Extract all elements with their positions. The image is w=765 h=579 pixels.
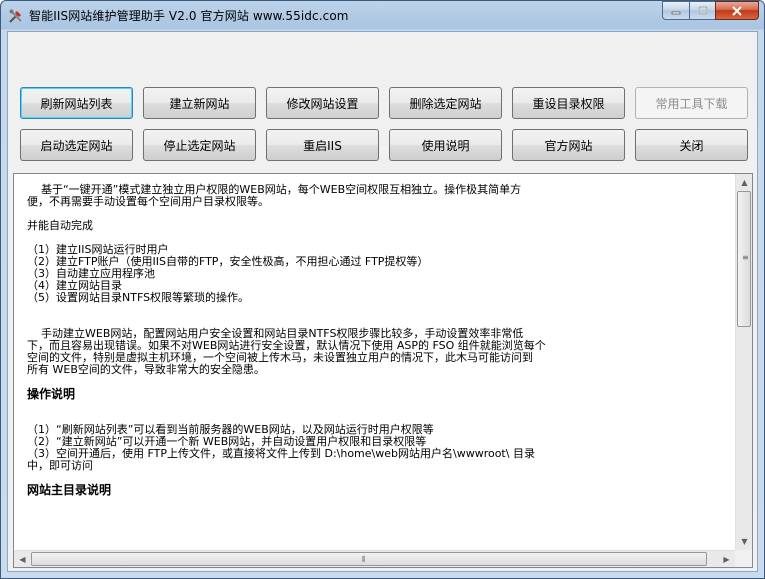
reset-dir-permissions-button[interactable]: 重设目录权限: [512, 87, 625, 119]
stop-site-button[interactable]: 停止选定网站: [143, 129, 256, 161]
title-bar[interactable]: 智能IIS网站维护管理助手 V2.0 官方网站 www.55idc.com: [1, 1, 764, 31]
maximize-icon: [697, 6, 708, 15]
horizontal-scrollbar[interactable]: ◀ ⦀ ▶: [14, 550, 735, 567]
description-textarea[interactable]: 基于“一键开通”模式建立独立用户权限的WEB网站，每个WEB空间权限互相独立。操…: [13, 173, 753, 568]
text-line: 并能自动完成: [27, 219, 93, 232]
text-line: （5）设置网站目录NTFS权限等繁琐的操作。: [27, 291, 250, 304]
text-line: （3）自动建立应用程序池: [27, 267, 155, 280]
refresh-sites-button[interactable]: 刷新网站列表: [20, 87, 133, 119]
caption-buttons: [662, 1, 759, 21]
section-heading: 网站主目录说明: [27, 483, 112, 497]
restart-iis-button[interactable]: 重启IIS: [266, 129, 379, 161]
grip-icon: ≡: [742, 253, 749, 262]
create-site-button[interactable]: 建立新网站: [143, 87, 256, 119]
section-heading: 操作说明: [27, 387, 76, 401]
text-line: 便，不再需要手动设置每个空间用户目录权限等。: [27, 195, 269, 208]
scroll-right-arrow-icon[interactable]: ▶: [718, 551, 735, 567]
app-tools-icon: [9, 9, 22, 23]
horizontal-scroll-thumb[interactable]: ⦀: [31, 552, 707, 566]
scroll-left-arrow-icon[interactable]: ◀: [14, 551, 31, 567]
client-area: 刷新网站列表 建立新网站 修改网站设置 删除选定网站 重设目录权限 常用工具下载 启动选定…: [7, 31, 758, 572]
delete-site-button[interactable]: 删除选定网站: [389, 87, 502, 119]
text-line: 中，即可访问: [27, 459, 93, 472]
scroll-down-arrow-icon[interactable]: ▼: [736, 533, 752, 550]
scrollbar-corner: [735, 550, 752, 567]
official-site-button[interactable]: 官方网站: [512, 129, 625, 161]
maximize-button[interactable]: [689, 1, 715, 20]
text-line: （3）空间开通后，使用 FTP上传文件，或直接将文件上传到 D:\home\we…: [27, 447, 535, 460]
text-line: [27, 400, 737, 412]
scroll-up-arrow-icon[interactable]: ▲: [736, 174, 752, 191]
text-line: [27, 304, 737, 316]
text-line: [27, 208, 737, 220]
close-window-button[interactable]: [715, 1, 759, 20]
window-title: 智能IIS网站维护管理助手 V2.0 官方网站 www.55idc.com: [29, 9, 349, 23]
minimize-button[interactable]: [662, 1, 689, 20]
text-line: 所有 WEB空间的文件，导致非常大的安全隐患。: [27, 363, 265, 376]
app-window: 智能IIS网站维护管理助手 V2.0 官方网站 www.55idc.com 刷新…: [0, 0, 765, 579]
close-icon: [732, 5, 742, 16]
vertical-scrollbar[interactable]: ▲ ≡ ▼: [735, 174, 752, 550]
text-line: [27, 472, 737, 484]
grip-icon: ⦀: [362, 555, 366, 564]
help-button[interactable]: 使用说明: [389, 129, 502, 161]
close-app-button[interactable]: 关闭: [635, 129, 748, 161]
start-site-button[interactable]: 启动选定网站: [20, 129, 133, 161]
description-text: 基于“一键开通”模式建立独立用户权限的WEB网站，每个WEB空间权限互相独立。操…: [27, 184, 737, 497]
tools-download-button[interactable]: 常用工具下载: [635, 87, 748, 119]
vertical-scroll-thumb[interactable]: ≡: [737, 191, 751, 327]
text-line: [27, 376, 737, 388]
minimize-icon: [671, 11, 681, 14]
edit-site-settings-button[interactable]: 修改网站设置: [266, 87, 379, 119]
